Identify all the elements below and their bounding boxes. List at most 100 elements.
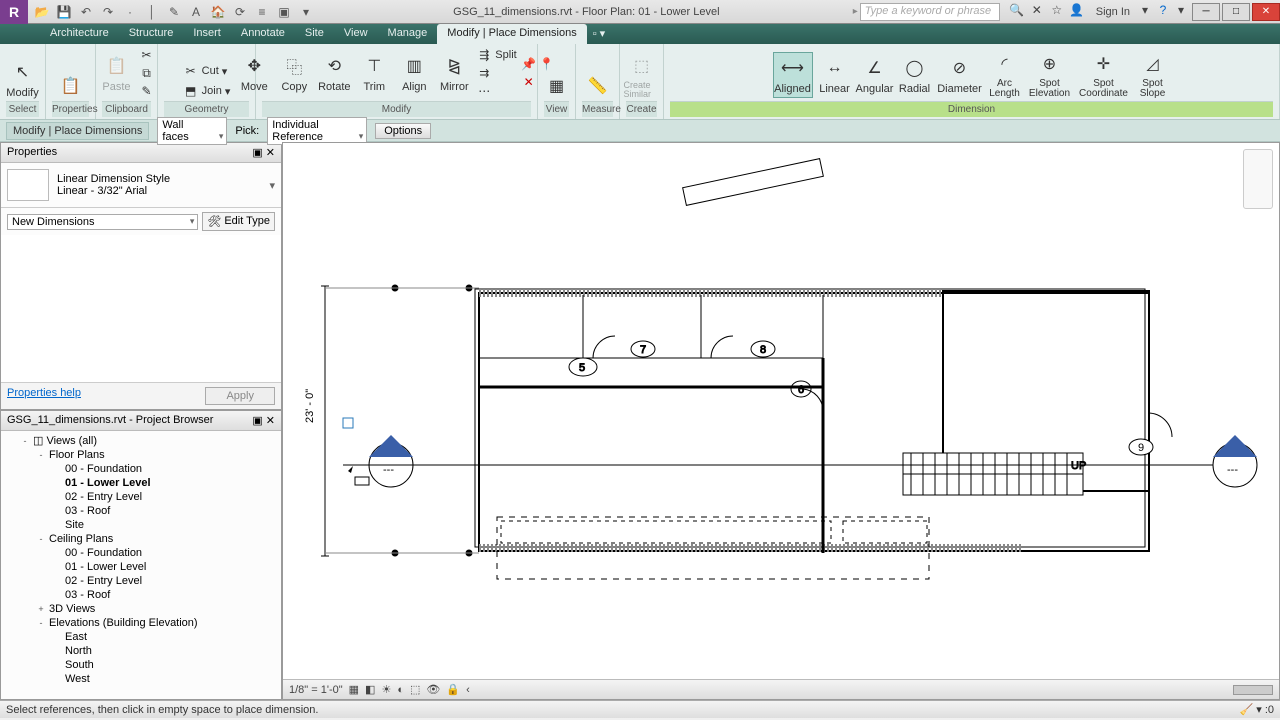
visual-style-icon[interactable]: ◧ xyxy=(365,683,375,696)
create-similar-button[interactable]: ⬚Create Similar xyxy=(624,53,660,99)
cut-geometry-button[interactable]: ✂Cut ▾ xyxy=(183,63,228,79)
tree-item[interactable]: 00 - Foundation xyxy=(3,546,279,560)
tree-item[interactable]: South xyxy=(3,658,279,672)
search-input[interactable]: Type a keyword or phrase xyxy=(860,3,1000,21)
tree-item[interactable]: -Floor Plans xyxy=(3,448,279,462)
wall-faces-select[interactable]: Wall faces xyxy=(157,117,227,145)
signin-link[interactable]: Sign In xyxy=(1090,6,1136,18)
tree-item[interactable]: 01 - Lower Level xyxy=(3,476,279,490)
pin-icon[interactable]: 📌 xyxy=(521,56,537,72)
trim-button[interactable]: ⊤Trim xyxy=(356,53,392,93)
tree-item[interactable]: East xyxy=(3,630,279,644)
tree-item[interactable]: 01 - Lower Level xyxy=(3,560,279,574)
paste-button[interactable]: 📋Paste xyxy=(99,53,135,93)
key-icon[interactable]: ☆ xyxy=(1048,3,1066,21)
tree-item[interactable]: Site xyxy=(3,518,279,532)
tree-item[interactable]: -Ceiling Plans xyxy=(3,532,279,546)
scroll-thumb[interactable] xyxy=(1233,685,1273,695)
apply-button[interactable]: Apply xyxy=(205,387,275,405)
status-filter-icon[interactable]: 🧹 ▾ :0 xyxy=(1239,703,1274,716)
user-icon[interactable]: 👤 xyxy=(1068,3,1086,21)
offset-icon[interactable]: ⇉ xyxy=(476,65,516,81)
crop-icon[interactable]: ⬚ xyxy=(410,683,420,696)
sun-path-icon[interactable]: ☀ xyxy=(381,683,391,696)
arc-length-button[interactable]: ◜Arc Length xyxy=(987,51,1023,99)
angular-dimension-button[interactable]: ∠Angular xyxy=(857,55,893,95)
pick-select[interactable]: Individual Reference xyxy=(267,117,367,145)
tree-item[interactable]: West xyxy=(3,672,279,686)
tab-view[interactable]: View xyxy=(334,24,378,44)
spot-slope-button[interactable]: ◿Spot Slope xyxy=(1135,51,1171,99)
maximize-button[interactable]: □ xyxy=(1222,3,1250,21)
spot-coordinate-button[interactable]: ✛Spot Coordinate xyxy=(1077,51,1131,99)
tree-toggle-icon[interactable]: - xyxy=(35,450,47,460)
tree-item[interactable]: 03 - Roof xyxy=(3,504,279,518)
aligned-dimension-button[interactable]: ⟷Aligned xyxy=(773,52,813,98)
properties-help-link[interactable]: Properties help xyxy=(7,387,81,405)
qat-thin-lines-icon[interactable]: A xyxy=(186,2,206,22)
tree-item[interactable]: -◫ Views (all) xyxy=(3,433,279,448)
rotate-button[interactable]: ⟲Rotate xyxy=(316,53,352,93)
join-geometry-button[interactable]: ⬒Join ▾ xyxy=(183,83,231,99)
tab-structure[interactable]: Structure xyxy=(119,24,184,44)
copy-button[interactable]: ⿻Copy xyxy=(276,53,312,93)
array-icon[interactable]: ⋯ xyxy=(476,83,516,99)
lock-icon[interactable]: 🔒 xyxy=(446,683,460,696)
detail-level-icon[interactable]: ▦ xyxy=(349,683,359,696)
tree-item[interactable]: -Elevations (Building Elevation) xyxy=(3,616,279,630)
tree-item[interactable]: +3D Views xyxy=(3,602,279,616)
type-selector[interactable]: Linear Dimension Style Linear - 3/32" Ar… xyxy=(1,163,281,208)
tab-extra-icon[interactable]: ▫ ▾ xyxy=(587,24,611,44)
app-icon[interactable]: R xyxy=(0,0,28,24)
type-dropdown-icon[interactable]: ▾ xyxy=(269,179,275,192)
tab-architecture[interactable]: Architecture xyxy=(40,24,119,44)
properties-close-icon[interactable]: ▣ ✕ xyxy=(252,146,275,159)
tree-toggle-icon[interactable]: - xyxy=(35,618,47,628)
category-select[interactable]: New Dimensions xyxy=(7,214,198,230)
measure-button[interactable]: 📏 xyxy=(580,73,616,99)
modify-tool-button[interactable]: ↖Modify xyxy=(5,59,41,99)
qat-sync-icon[interactable]: ⟳ xyxy=(230,2,250,22)
canvas-viewport[interactable]: 23' - 0" --- xyxy=(282,142,1280,700)
tab-modify-place-dimensions[interactable]: Modify | Place Dimensions xyxy=(437,24,586,44)
view-button[interactable]: ▦ xyxy=(539,73,575,99)
reveal-icon[interactable]: ‹ xyxy=(466,684,470,696)
qat-redo-icon[interactable]: ↷ xyxy=(98,2,118,22)
tree-item[interactable]: 02 - Entry Level xyxy=(3,574,279,588)
tree-item[interactable]: 02 - Entry Level xyxy=(3,490,279,504)
help-icon[interactable]: ? xyxy=(1154,3,1172,21)
properties-button[interactable]: 📋 xyxy=(53,73,89,99)
tree-item[interactable]: 03 - Roof xyxy=(3,588,279,602)
qat-open-icon[interactable]: 📂 xyxy=(32,2,52,22)
edit-type-button[interactable]: 🛠Edit Type xyxy=(202,212,275,231)
delete-icon[interactable]: ✕ xyxy=(521,74,537,90)
qat-switch-icon[interactable]: ▣ xyxy=(274,2,294,22)
subscription-icon[interactable]: 🔍 xyxy=(1008,3,1026,21)
spot-elevation-button[interactable]: ⊕Spot Elevation xyxy=(1027,51,1073,99)
align-button[interactable]: ▥Align xyxy=(396,53,432,93)
tree-item[interactable]: North xyxy=(3,644,279,658)
tab-annotate[interactable]: Annotate xyxy=(231,24,295,44)
tree-toggle-icon[interactable]: - xyxy=(19,436,31,446)
mirror-button[interactable]: ⧎Mirror xyxy=(436,53,472,93)
cut-clip-icon[interactable]: ✂ xyxy=(139,47,155,63)
scale-display[interactable]: 1/8" = 1'-0" xyxy=(289,684,343,696)
qat-3d-icon[interactable]: 🏠 xyxy=(208,2,228,22)
qat-close-icon[interactable]: ≡ xyxy=(252,2,272,22)
copy-clip-icon[interactable]: ⧉ xyxy=(139,65,155,81)
crop-visible-icon[interactable]: 👁 xyxy=(426,683,440,696)
tab-insert[interactable]: Insert xyxy=(183,24,231,44)
floor-plan-canvas[interactable]: 23' - 0" --- xyxy=(283,143,1279,681)
exchange-icon[interactable]: ✕ xyxy=(1028,3,1046,21)
linear-dimension-button[interactable]: ↔Linear xyxy=(817,55,853,95)
qat-dropdown-icon[interactable]: ▾ xyxy=(296,2,316,22)
tab-site[interactable]: Site xyxy=(295,24,334,44)
close-button[interactable]: ✕ xyxy=(1252,3,1280,21)
tree-toggle-icon[interactable]: - xyxy=(35,534,47,544)
qat-save-icon[interactable]: 💾 xyxy=(54,2,74,22)
match-clip-icon[interactable]: ✎ xyxy=(139,83,155,99)
qat-match-icon[interactable]: ✎ xyxy=(164,2,184,22)
tree-item[interactable]: 00 - Foundation xyxy=(3,462,279,476)
tab-manage[interactable]: Manage xyxy=(378,24,438,44)
qat-undo-icon[interactable]: ↶ xyxy=(76,2,96,22)
